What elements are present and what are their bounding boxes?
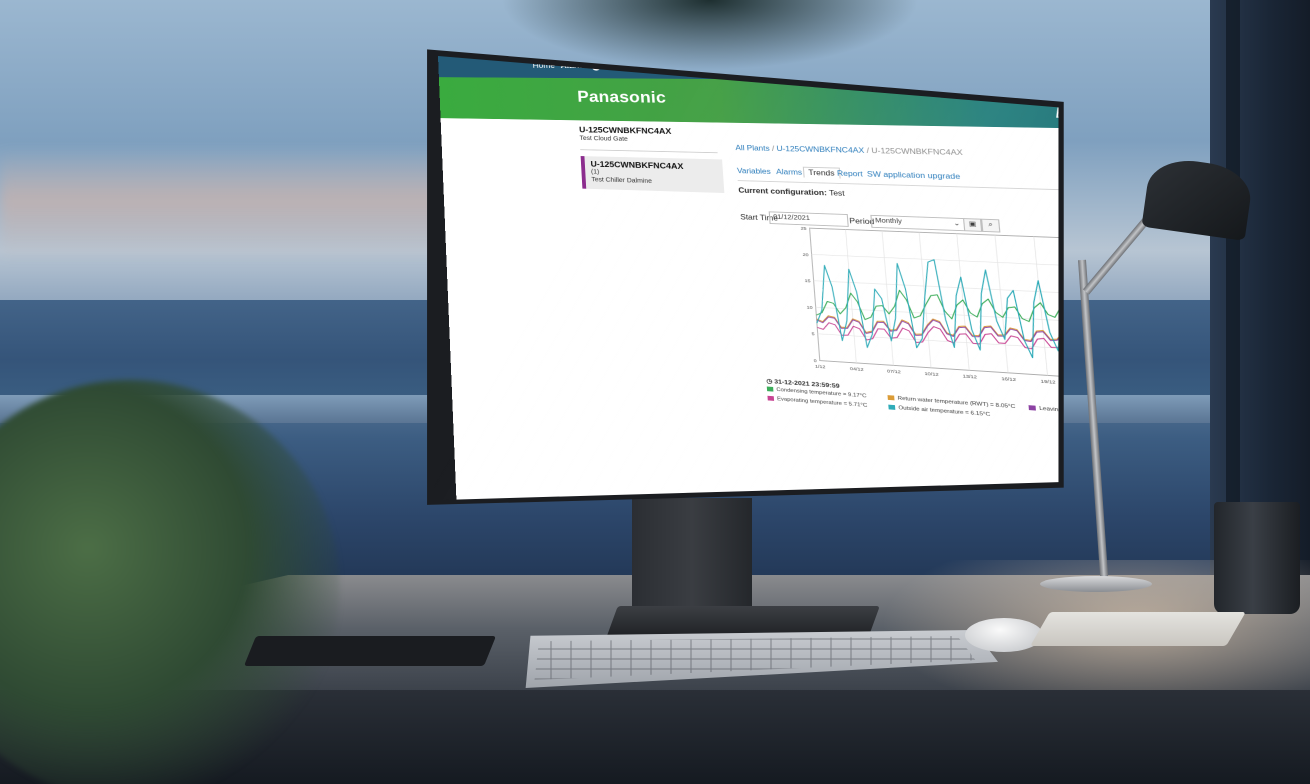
x-tick-label: 19/12	[1040, 378, 1056, 385]
legend-swatch	[766, 386, 774, 392]
breadcrumb-unit[interactable]: U-125CWNBKFNC4AX	[776, 145, 864, 155]
x-tick-label: 07/12	[887, 368, 902, 375]
breadcrumb: All Plants / U-125CWNBKFNC4AX / U-125CWN…	[735, 144, 963, 157]
tab-report[interactable]: Report	[837, 169, 863, 178]
x-tick-label: 1/12	[815, 363, 827, 370]
web-app: Home Alarms1 Events ⊗ search Panasonic U…	[438, 56, 1228, 501]
product-logo-suffix: - W Cloud	[1110, 106, 1198, 124]
tab-sw-upgrade[interactable]: SW application upgrade	[867, 170, 961, 181]
tab-alarms[interactable]: Alarms	[776, 168, 803, 177]
y-tick-label: 15	[804, 278, 811, 284]
config-value: Test	[828, 189, 845, 198]
product-logo-i: i	[1099, 106, 1107, 123]
unit-card-count: (1)	[590, 169, 600, 176]
chevron-down-icon: ▾	[1163, 92, 1169, 100]
config-label: Current configuration:	[738, 186, 828, 198]
user-menu-button[interactable]: Username ▾	[1087, 87, 1208, 102]
monitor-screen: Home Alarms1 Events ⊗ search Panasonic U…	[434, 56, 1228, 501]
y-tick-label: 10	[806, 304, 813, 310]
live-log-toggle: Live Log	[1160, 212, 1212, 231]
x-tick-label: 16/12	[1001, 375, 1017, 382]
panasonic-logo: Panasonic	[576, 88, 667, 107]
tab-trends[interactable]: Trends	[802, 166, 841, 179]
breadcrumb-separator: /	[866, 146, 870, 155]
clear-search-icon[interactable]: ⊗	[870, 62, 887, 74]
y-tick-label: 5	[811, 331, 815, 337]
unit-card-subtitle: Test Chiller Dalmine	[591, 176, 653, 185]
configure-graph-button[interactable]: ⚙ Configure graph	[1147, 445, 1228, 466]
x-tick-label: 10/12	[924, 370, 940, 377]
trend-chart: 05101520251/12 04/12 07/12 10/12 13/12 16/12 1…	[800, 225, 1222, 407]
legend-swatch	[767, 395, 775, 401]
tab-bar: Variables Alarms Trends Report SW applic…	[737, 166, 961, 181]
search-button[interactable]: search	[887, 62, 937, 77]
plant-title: U-125CWNBKFNC4AX	[578, 125, 672, 136]
legend-label: Leaving water temperature (... = 8.04°C	[1039, 405, 1156, 421]
x-tick-label: 13/12	[962, 373, 978, 380]
username-label: Username	[1101, 89, 1152, 100]
plant-subtitle: Test Cloud Gate	[579, 135, 629, 143]
y-tick-label: 25	[800, 225, 807, 231]
x-tick-label: 31/12	[1204, 389, 1222, 396]
legend-swatch	[887, 395, 895, 401]
live-button[interactable]: Live	[1161, 218, 1188, 231]
search-input[interactable]	[703, 60, 921, 77]
breadcrumb-current: U-125CWNBKFNC4AX	[871, 146, 963, 157]
update-data-button[interactable]: ↻ Update data	[1135, 227, 1202, 243]
sidebar-unit-card[interactable]: U-125CWNBKFNC4AX (1) Test Chiller Dalmin…	[580, 156, 725, 194]
x-gridline	[1113, 240, 1128, 381]
x-gridline	[1195, 243, 1211, 386]
log-button[interactable]: Log	[1186, 219, 1212, 232]
tab-variables[interactable]: Variables	[737, 167, 771, 176]
x-tick-label: 04/12	[850, 365, 865, 372]
x-tick-label: 22/12	[1080, 380, 1097, 387]
product-logo: ECO i - W Cloud	[1054, 106, 1198, 125]
breadcrumb-separator: /	[771, 144, 775, 153]
monitor: Home Alarms1 Events ⊗ search Panasonic U…	[0, 0, 1310, 784]
x-gridline	[1154, 241, 1170, 383]
current-configuration: Current configuration: Test	[738, 186, 845, 197]
breadcrumb-all-plants[interactable]: All Plants	[735, 144, 770, 153]
legend-swatch	[1028, 405, 1036, 411]
sidebar-divider	[580, 149, 718, 154]
x-gridline	[1073, 238, 1087, 378]
y-tick-label: 20	[802, 251, 809, 257]
legend-leaving-water[interactable]: Leaving water temperature (... = 8.04°C	[1028, 405, 1156, 421]
x-tick-label: 25/12	[1121, 383, 1138, 390]
x-tick-label: 28/12	[1162, 386, 1179, 393]
activity-dropdown[interactable]: ☰ Activity ▾	[1127, 150, 1191, 166]
unit-card-title: U-125CWNBKFNC4AX	[590, 159, 684, 171]
legend-swatch	[888, 404, 896, 410]
